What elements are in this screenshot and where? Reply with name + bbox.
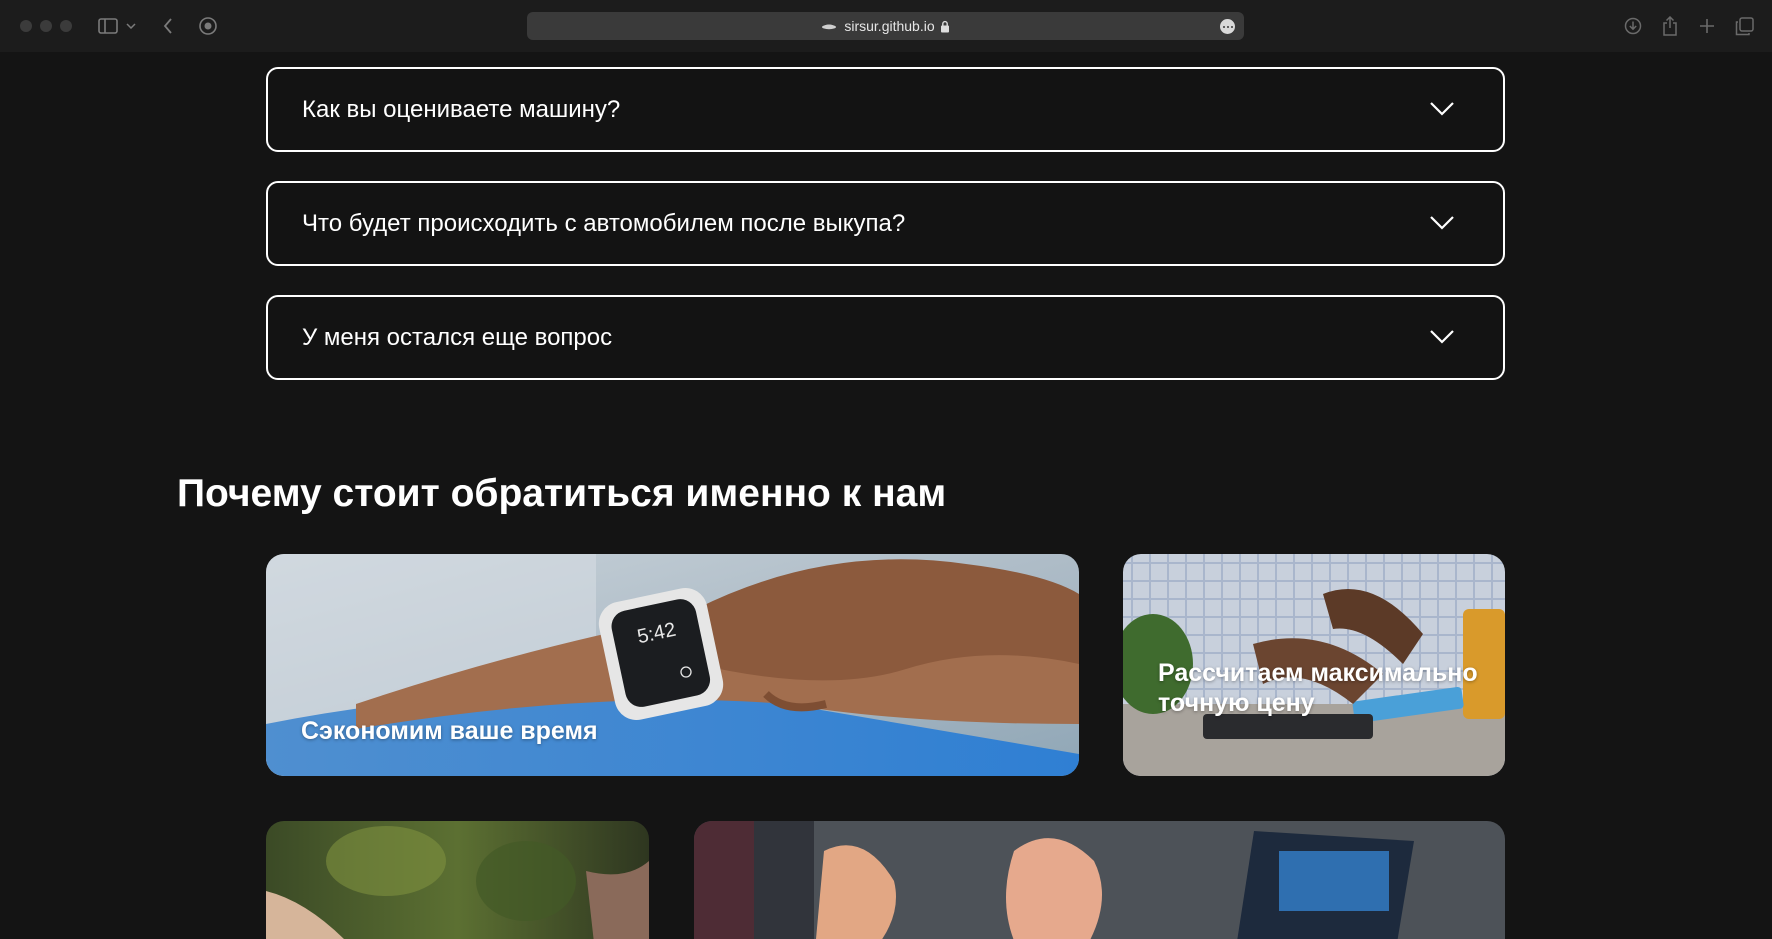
faq-item[interactable]: У меня остался еще вопрос xyxy=(266,295,1505,380)
zoom-window-button[interactable] xyxy=(60,20,72,32)
feature-card: 5:42 Сэкономим ваше время xyxy=(266,554,1079,776)
more-icon[interactable] xyxy=(1220,19,1235,34)
chevron-down-icon xyxy=(1430,216,1454,230)
chevron-down-icon xyxy=(1430,330,1454,344)
share-icon[interactable] xyxy=(1658,14,1682,38)
address-bar[interactable]: sirsur.github.io xyxy=(527,12,1244,40)
feature-card: Рассчитаем максимально точную цену xyxy=(1123,554,1505,776)
browser-toolbar: sirsur.github.io xyxy=(0,0,1772,52)
new-tab-icon[interactable] xyxy=(1695,14,1719,38)
faq-question: Что будет происходить с автомобилем посл… xyxy=(302,210,906,237)
back-icon[interactable] xyxy=(156,14,180,38)
privacy-report-icon[interactable] xyxy=(196,14,220,38)
faq-item[interactable]: Что будет происходить с автомобилем посл… xyxy=(266,181,1505,266)
download-icon[interactable] xyxy=(1621,14,1645,38)
browser-window: sirsur.github.io Как вы оцениваете машин… xyxy=(0,0,1772,939)
meeting-laptop-photo xyxy=(694,821,1505,939)
faq-question: Как вы оцениваете машину? xyxy=(302,96,621,123)
card-label: Сэкономим ваше время xyxy=(301,717,598,745)
faq-question: У меня остался еще вопрос xyxy=(302,324,613,351)
sidebar-icon[interactable] xyxy=(96,14,120,38)
chevron-down-icon xyxy=(1430,102,1454,116)
outdoor-handshake-photo xyxy=(266,821,649,939)
chevron-down-icon[interactable] xyxy=(124,14,138,38)
tab-overview-icon[interactable] xyxy=(1732,14,1756,38)
feature-card xyxy=(694,821,1505,939)
card-label: Рассчитаем максимально точную цену xyxy=(1158,659,1478,717)
url-text: sirsur.github.io xyxy=(844,18,935,34)
lock-icon xyxy=(940,20,949,32)
minimize-window-button[interactable] xyxy=(40,20,52,32)
close-window-button[interactable] xyxy=(20,20,32,32)
private-mode-icon xyxy=(822,24,837,30)
faq-item[interactable]: Как вы оцениваете машину? xyxy=(266,67,1505,152)
section-title: Почему стоит обратиться именно к нам xyxy=(177,472,947,515)
feature-card xyxy=(266,821,649,939)
